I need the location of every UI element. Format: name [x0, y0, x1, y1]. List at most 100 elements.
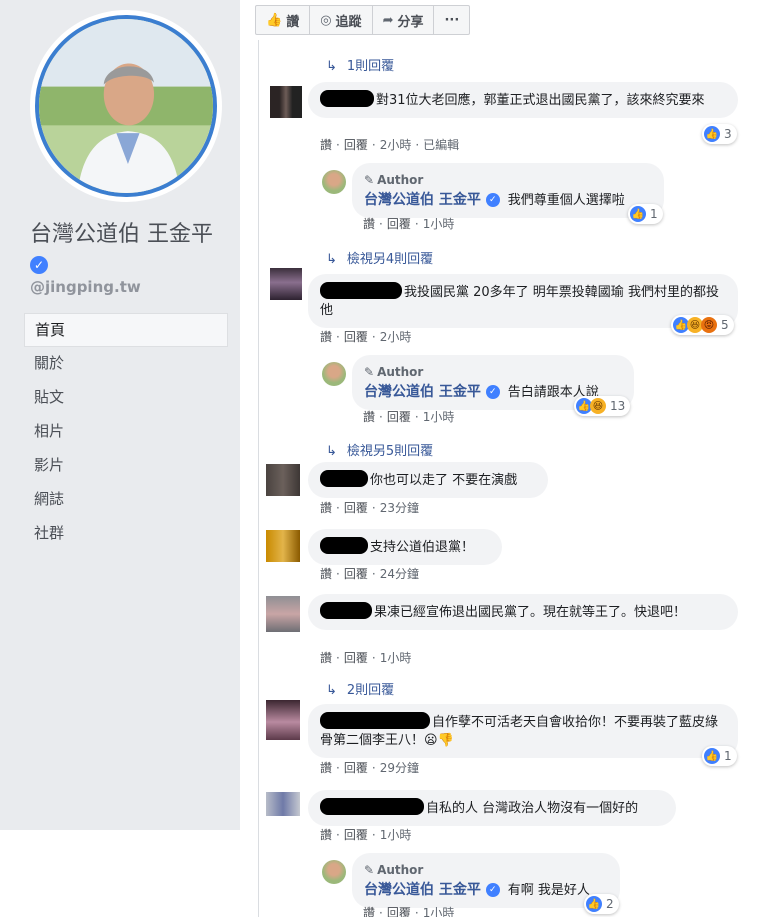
reaction-number: 13: [610, 399, 626, 413]
nav-item-videos[interactable]: 影片: [24, 449, 228, 483]
reaction-count[interactable]: 👍 😆 13: [574, 396, 631, 416]
like-link[interactable]: 讚: [320, 651, 332, 665]
comment-text: 我們尊重個人選擇啦: [507, 193, 625, 208]
reply-link[interactable]: 回覆: [344, 330, 368, 344]
comment-text: 對31位大老回應，郭董正式退出國民黨了，該來終究要來: [376, 93, 705, 108]
avatar[interactable]: [270, 268, 302, 300]
reply-link[interactable]: 回覆: [344, 761, 368, 775]
timestamp[interactable]: 1小時: [423, 410, 455, 424]
comment-bubble: 支持公道伯退黨！: [308, 529, 502, 565]
author-name-text: 台灣公道伯 王金平: [364, 882, 481, 898]
author-tag-label: Author: [377, 173, 424, 187]
edited-label[interactable]: 已編輯: [423, 138, 459, 152]
page-title[interactable]: 台灣公道伯 王金平 ✓: [30, 220, 220, 280]
like-link[interactable]: 讚: [363, 217, 375, 231]
timestamp[interactable]: 29分鐘: [380, 761, 419, 775]
profile-picture[interactable]: [30, 10, 222, 202]
timestamp[interactable]: 1小時: [380, 651, 412, 665]
reply-arrow-icon: ↳: [326, 252, 337, 267]
comment-meta: 讚 · 回覆 · 2小時 · 已編輯: [320, 138, 460, 152]
author-tag: ✎ Author: [364, 861, 608, 879]
redacted-name[interactable]: [320, 282, 402, 299]
reply-link[interactable]: 回覆: [387, 906, 411, 917]
redacted-name[interactable]: [320, 90, 374, 107]
redacted-name[interactable]: [320, 798, 424, 815]
timestamp[interactable]: 24分鐘: [380, 567, 419, 581]
avatar[interactable]: [266, 700, 300, 740]
thread-divider: [258, 40, 259, 917]
nav-item-posts[interactable]: 貼文: [24, 381, 228, 415]
author-name[interactable]: 台灣公道伯 王金平 ✓: [364, 384, 500, 400]
reaction-count[interactable]: 👍 1: [702, 746, 737, 766]
avatar[interactable]: [266, 464, 300, 496]
comment-meta: 讚 · 回覆 · 1小時: [363, 217, 455, 231]
reply-link[interactable]: 回覆: [344, 828, 368, 842]
author-reply-bubble: ✎ Author 台灣公道伯 王金平 ✓ 我們尊重個人選擇啦: [352, 163, 664, 218]
redacted-name[interactable]: [320, 712, 430, 729]
timestamp[interactable]: 2小時: [380, 330, 412, 344]
timestamp[interactable]: 23分鐘: [380, 501, 419, 515]
reply-link[interactable]: 回覆: [387, 410, 411, 424]
like-link[interactable]: 讚: [320, 761, 332, 775]
like-link[interactable]: 讚: [363, 410, 375, 424]
reply-link[interactable]: 回覆: [344, 138, 368, 152]
comment-text: 果凍已經宣佈退出國民黨了。現在就等王了。快退吧！: [374, 605, 687, 620]
avatar[interactable]: [266, 596, 300, 632]
reaction-number: 1: [650, 207, 658, 221]
author-avatar[interactable]: [322, 362, 346, 386]
nav-item-photos[interactable]: 相片: [24, 415, 228, 449]
redacted-name[interactable]: [320, 602, 372, 619]
reaction-count[interactable]: 👍 😆 😡 5: [671, 315, 734, 335]
like-link[interactable]: 讚: [320, 501, 332, 515]
reply-toggle-label: 檢視另5則回覆: [346, 444, 434, 459]
author-name[interactable]: 台灣公道伯 王金平 ✓: [364, 882, 500, 898]
reply-toggle[interactable]: ↳ 1則回覆: [326, 55, 394, 74]
author-avatar[interactable]: [322, 860, 346, 884]
like-link[interactable]: 讚: [320, 828, 332, 842]
like-link[interactable]: 讚: [320, 567, 332, 581]
author-reply-bubble: ✎ Author 台灣公道伯 王金平 ✓ 有啊 我是好人: [352, 853, 620, 908]
page-name-text[interactable]: 台灣公道伯 王金平: [30, 222, 213, 247]
comment-meta: 讚 · 回覆 · 1小時: [320, 828, 412, 842]
reply-link[interactable]: 回覆: [387, 217, 411, 231]
reply-toggle[interactable]: ↳ 2則回覆: [326, 679, 394, 698]
redacted-name[interactable]: [320, 537, 368, 554]
page-nav: 首頁 關於 貼文 相片 影片 網誌 社群: [24, 313, 228, 551]
reaction-count[interactable]: 👍 3: [702, 124, 737, 144]
comment-bubble: 自私的人 台灣政治人物沒有一個好的: [308, 790, 676, 826]
author-avatar[interactable]: [322, 170, 346, 194]
like-link[interactable]: 讚: [320, 330, 332, 344]
pencil-icon: ✎: [364, 173, 375, 187]
reply-link[interactable]: 回覆: [344, 651, 368, 665]
nav-item-about[interactable]: 關於: [24, 347, 228, 381]
reaction-number: 2: [606, 897, 614, 911]
reply-link[interactable]: 回覆: [344, 501, 368, 515]
timestamp[interactable]: 2小時: [380, 138, 412, 152]
nav-item-community[interactable]: 社群: [24, 517, 228, 551]
reply-toggle[interactable]: ↳ 檢視另4則回覆: [326, 248, 433, 267]
like-link[interactable]: 讚: [320, 138, 332, 152]
reply-toggle-label: 2則回覆: [346, 683, 395, 698]
page-handle[interactable]: @jingping.tw: [30, 278, 141, 296]
avatar[interactable]: [266, 792, 300, 816]
comment-meta: 讚 · 回覆 · 2小時: [320, 330, 412, 344]
avatar[interactable]: [270, 86, 302, 118]
timestamp[interactable]: 1小時: [380, 828, 412, 842]
comment-meta: 讚 · 回覆 · 29分鐘: [320, 761, 419, 775]
reply-toggle[interactable]: ↳ 檢視另5則回覆: [326, 440, 433, 459]
reaction-count[interactable]: 👍 1: [628, 204, 663, 224]
avatar[interactable]: [266, 530, 300, 562]
pencil-icon: ✎: [364, 365, 375, 379]
nav-item-notes[interactable]: 網誌: [24, 483, 228, 517]
reaction-count[interactable]: 👍 2: [584, 894, 619, 914]
timestamp[interactable]: 1小時: [423, 906, 455, 917]
comment-meta: 讚 · 回覆 · 23分鐘: [320, 501, 419, 515]
verified-badge-icon: ✓: [485, 883, 500, 897]
redacted-name[interactable]: [320, 470, 368, 487]
author-tag-label: Author: [377, 365, 424, 379]
author-name[interactable]: 台灣公道伯 王金平 ✓: [364, 192, 500, 208]
like-link[interactable]: 讚: [363, 906, 375, 917]
nav-item-home[interactable]: 首頁: [24, 313, 228, 347]
timestamp[interactable]: 1小時: [423, 217, 455, 231]
reply-link[interactable]: 回覆: [344, 567, 368, 581]
